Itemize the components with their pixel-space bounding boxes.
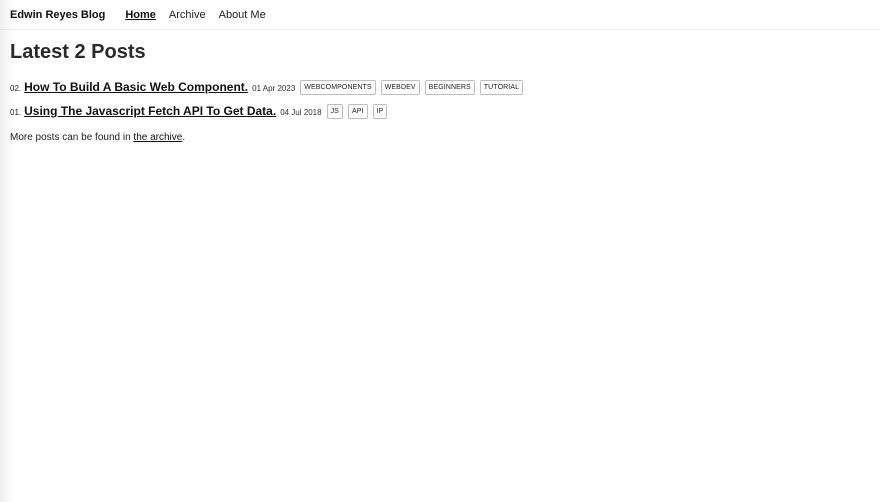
archive-link[interactable]: the archive — [133, 132, 182, 143]
site-header: Edwin Reyes Blog Home Archive About Me — [0, 0, 880, 30]
post-date: 01 Apr 2023 — [252, 83, 296, 93]
tag-beginners[interactable]: BEGINNERS — [424, 79, 475, 95]
more-posts-note: More posts can be found in the archive. — [10, 132, 880, 143]
post-title-link[interactable]: How To Build A Basic Web Component. — [24, 80, 248, 94]
post-date: 04 Jul 2018 — [280, 107, 322, 117]
tag-webdev[interactable]: WEBDEV — [380, 79, 420, 95]
post-item: 01. Using The Javascript Fetch API To Ge… — [10, 102, 880, 120]
page: Edwin Reyes Blog Home Archive About Me L… — [0, 0, 880, 502]
main-content: Latest 2 Posts 02. How To Build A Basic … — [0, 41, 880, 143]
page-title: Latest 2 Posts — [10, 41, 146, 63]
tag-ip[interactable]: IP — [372, 103, 388, 119]
more-posts-prefix: More posts can be found in — [10, 132, 134, 143]
tag-api[interactable]: API — [347, 103, 368, 119]
post-number: 01. — [10, 107, 22, 117]
post-title-link[interactable]: Using The Javascript Fetch API To Get Da… — [24, 104, 276, 118]
tag-tutorial[interactable]: TUTORIAL — [479, 79, 524, 95]
post-item: 02. How To Build A Basic Web Component. … — [10, 78, 880, 96]
post-number: 02. — [10, 83, 22, 93]
nav-item-archive[interactable]: Archive — [169, 9, 206, 21]
tag-webcomponents[interactable]: WEBCOMPONENTS — [300, 79, 376, 95]
site-title-link[interactable]: Edwin Reyes Blog — [10, 9, 105, 21]
nav-item-home[interactable]: Home — [125, 9, 156, 21]
nav-item-about-me[interactable]: About Me — [219, 9, 266, 21]
more-posts-suffix: . — [182, 132, 186, 143]
tag-js[interactable]: JS — [326, 103, 343, 119]
post-list: 02. How To Build A Basic Web Component. … — [10, 78, 880, 120]
